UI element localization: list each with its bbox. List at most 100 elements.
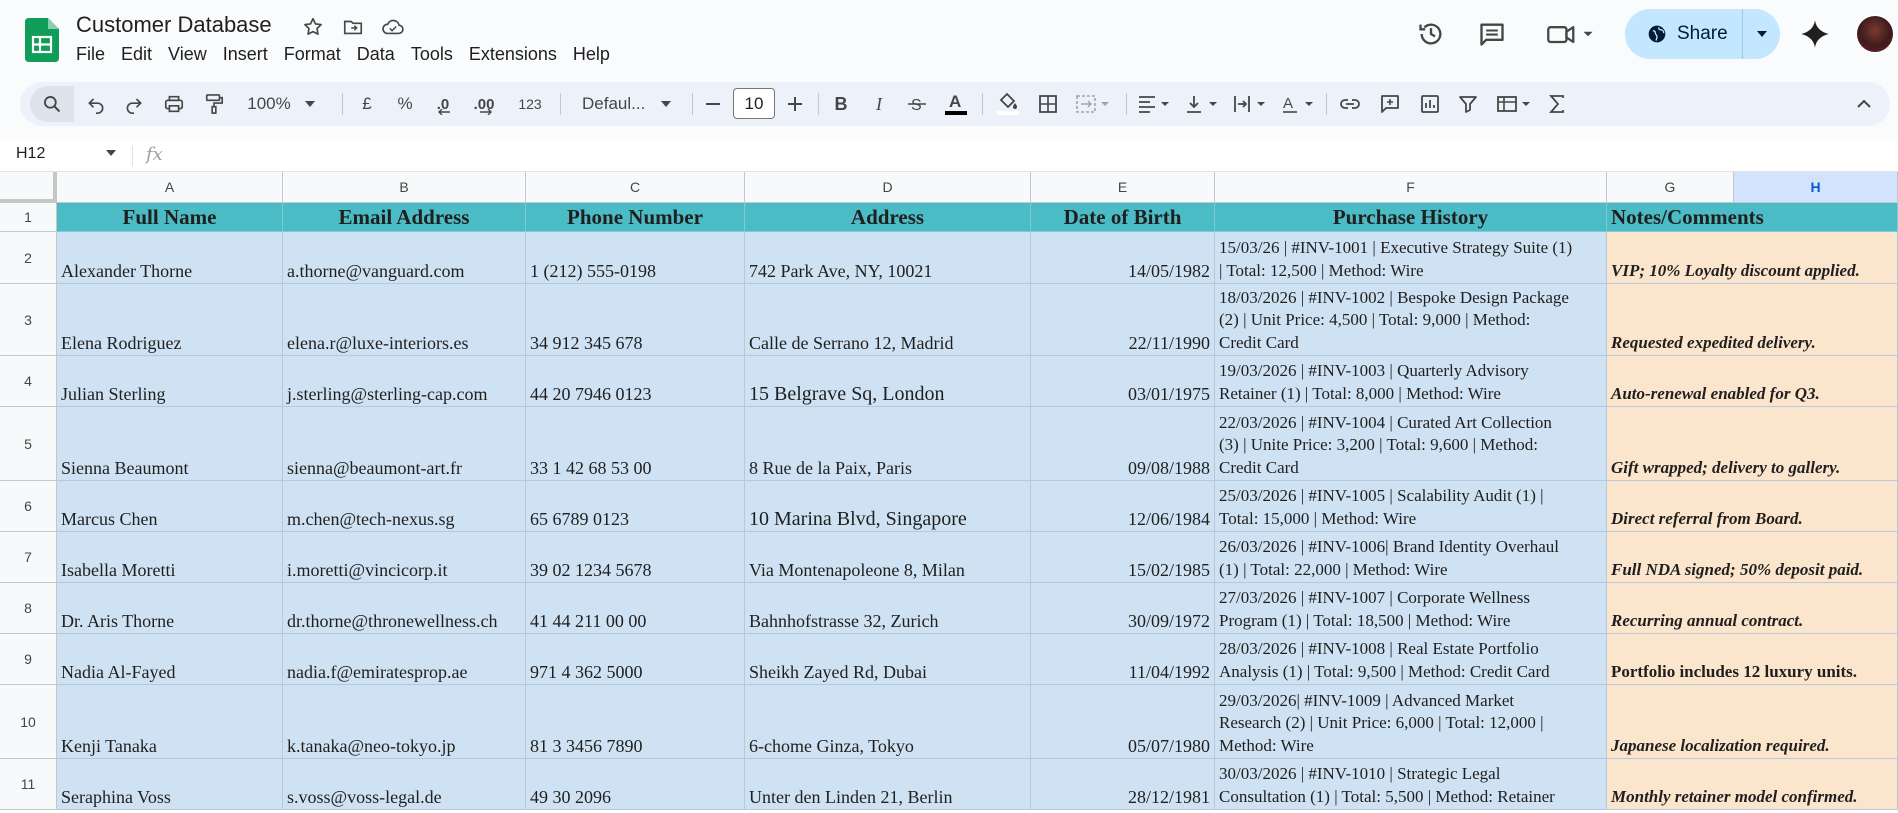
sheet-grid[interactable]: A B C D E F G H 1 Full Name Email Addres…: [0, 172, 1898, 813]
cell-phone[interactable]: 49 30 2096: [526, 759, 745, 810]
undo-icon[interactable]: [78, 82, 114, 126]
cell-history[interactable]: 27/03/2026 | #INV-1007 | Corporate Welln…: [1215, 583, 1607, 634]
cell-email[interactable]: m.chen@tech-nexus.sg: [283, 481, 526, 532]
cell-notes[interactable]: Requested expedited delivery.: [1607, 284, 1898, 356]
column-header-h[interactable]: H: [1734, 172, 1898, 203]
cell-history[interactable]: 30/03/2026 | #INV-1010 | Strategic Legal…: [1215, 759, 1607, 810]
cell-phone[interactable]: 41 44 211 00 00: [526, 583, 745, 634]
version-history-icon[interactable]: [1413, 16, 1449, 52]
menu-data[interactable]: Data: [349, 42, 403, 67]
merge-cells-icon[interactable]: [1068, 82, 1118, 126]
menu-edit[interactable]: Edit: [113, 42, 160, 67]
cell-name[interactable]: Julian Sterling: [57, 356, 283, 407]
user-avatar[interactable]: [1855, 14, 1895, 54]
cell-name[interactable]: Nadia Al-Fayed: [57, 634, 283, 685]
cell-history[interactable]: 19/03/2026 | #INV-1003 | Quarterly Advis…: [1215, 356, 1607, 407]
comments-icon[interactable]: [1474, 16, 1510, 52]
table-views-icon[interactable]: [1490, 82, 1538, 126]
filter-icon[interactable]: [1450, 82, 1486, 126]
cell-name[interactable]: Marcus Chen: [57, 481, 283, 532]
row-header[interactable]: 9: [0, 634, 57, 685]
increase-font-size-button[interactable]: [780, 82, 810, 126]
bold-icon[interactable]: B: [824, 82, 858, 126]
cell-dob[interactable]: 14/05/1982: [1031, 232, 1215, 284]
cell-name[interactable]: Isabella Moretti: [57, 532, 283, 583]
cell-address[interactable]: Calle de Serrano 12, Madrid: [745, 284, 1031, 356]
cell-phone[interactable]: 33 1 42 68 53 00: [526, 407, 745, 481]
row-header[interactable]: 6: [0, 481, 57, 532]
header-cell-dob[interactable]: Date of Birth: [1031, 203, 1215, 232]
cell-email[interactable]: elena.r@luxe-interiors.es: [283, 284, 526, 356]
cell-notes[interactable]: Japanese localization required.: [1607, 685, 1898, 759]
menu-format[interactable]: Format: [276, 42, 349, 67]
cell-address[interactable]: 10 Marina Blvd, Singapore: [745, 481, 1031, 532]
cell-name[interactable]: Kenji Tanaka: [57, 685, 283, 759]
print-icon[interactable]: [156, 82, 192, 126]
cell-email[interactable]: i.moretti@vincicorp.it: [283, 532, 526, 583]
menu-insert[interactable]: Insert: [215, 42, 276, 67]
decrease-font-size-button[interactable]: [698, 82, 728, 126]
name-box[interactable]: H12: [16, 145, 45, 163]
row-header[interactable]: 3: [0, 284, 57, 356]
cell-address[interactable]: 6-chome Ginza, Tokyo: [745, 685, 1031, 759]
cell-dob[interactable]: 22/11/1990: [1031, 284, 1215, 356]
cell-name[interactable]: Seraphina Voss: [57, 759, 283, 810]
menu-extensions[interactable]: Extensions: [461, 42, 565, 67]
cell-notes[interactable]: VIP; 10% Loyalty discount applied.: [1607, 232, 1898, 284]
cell-phone[interactable]: 39 02 1234 5678: [526, 532, 745, 583]
column-header-f[interactable]: F: [1215, 172, 1607, 203]
cell-phone[interactable]: 971 4 362 5000: [526, 634, 745, 685]
search-menus-icon[interactable]: [30, 86, 74, 122]
document-title[interactable]: Customer Database: [76, 12, 272, 38]
cell-address[interactable]: Bahnhofstrasse 32, Zurich: [745, 583, 1031, 634]
borders-icon[interactable]: [1030, 82, 1066, 126]
header-cell-full-name[interactable]: Full Name: [57, 203, 283, 232]
share-dropdown-button[interactable]: [1743, 9, 1780, 59]
row-header[interactable]: 2: [0, 232, 57, 284]
header-cell-address[interactable]: Address: [745, 203, 1031, 232]
cell-name[interactable]: Elena Rodriguez: [57, 284, 283, 356]
cell-email[interactable]: s.voss@voss-legal.de: [283, 759, 526, 810]
cell-email[interactable]: j.sterling@sterling-cap.com: [283, 356, 526, 407]
cell-name[interactable]: Alexander Thorne: [57, 232, 283, 284]
row-header[interactable]: 7: [0, 532, 57, 583]
header-cell-notes[interactable]: Notes/Comments: [1607, 203, 1898, 232]
row-header[interactable]: 8: [0, 583, 57, 634]
cell-phone[interactable]: 65 6789 0123: [526, 481, 745, 532]
cell-email[interactable]: sienna@beaumont-art.fr: [283, 407, 526, 481]
italic-icon[interactable]: I: [862, 82, 896, 126]
cell-email[interactable]: dr.thorne@thronewellness.ch: [283, 583, 526, 634]
share-button[interactable]: Share: [1625, 9, 1780, 59]
caret-down-icon[interactable]: [106, 150, 116, 156]
decrease-decimal-button[interactable]: .0: [426, 82, 460, 126]
column-header-c[interactable]: C: [526, 172, 745, 203]
cell-dob[interactable]: 05/07/1980: [1031, 685, 1215, 759]
column-header-g[interactable]: G: [1607, 172, 1734, 203]
horizontal-align-icon[interactable]: [1132, 82, 1176, 126]
menu-file[interactable]: File: [68, 42, 113, 67]
cell-dob[interactable]: 28/12/1981: [1031, 759, 1215, 810]
row-header[interactable]: 11: [0, 759, 57, 810]
sheets-logo-icon[interactable]: [25, 18, 59, 62]
cell-address[interactable]: Sheikh Zayed Rd, Dubai: [745, 634, 1031, 685]
text-color-icon[interactable]: A: [938, 82, 974, 126]
cell-address[interactable]: 8 Rue de la Paix, Paris: [745, 407, 1031, 481]
row-header[interactable]: 10: [0, 685, 57, 759]
font-size-input[interactable]: 10: [733, 88, 775, 119]
insert-link-icon[interactable]: [1332, 82, 1368, 126]
paint-format-icon[interactable]: [196, 82, 232, 126]
menu-view[interactable]: View: [160, 42, 215, 67]
more-formats-button[interactable]: 123: [510, 82, 550, 126]
gemini-sparkle-icon[interactable]: [1797, 16, 1833, 52]
cell-notes[interactable]: Direct referral from Board.: [1607, 481, 1898, 532]
cell-address[interactable]: Via Montenapoleone 8, Milan: [745, 532, 1031, 583]
column-header-d[interactable]: D: [745, 172, 1031, 203]
cell-history[interactable]: 15/03/26 | #INV-1001 | Executive Strateg…: [1215, 232, 1607, 284]
header-cell-phone[interactable]: Phone Number: [526, 203, 745, 232]
share-main-button[interactable]: Share: [1625, 9, 1743, 59]
row-header[interactable]: 4: [0, 356, 57, 407]
row-header[interactable]: 1: [0, 203, 57, 232]
insert-comment-icon[interactable]: [1372, 82, 1408, 126]
cell-dob[interactable]: 11/04/1992: [1031, 634, 1215, 685]
star-icon[interactable]: [300, 14, 326, 40]
